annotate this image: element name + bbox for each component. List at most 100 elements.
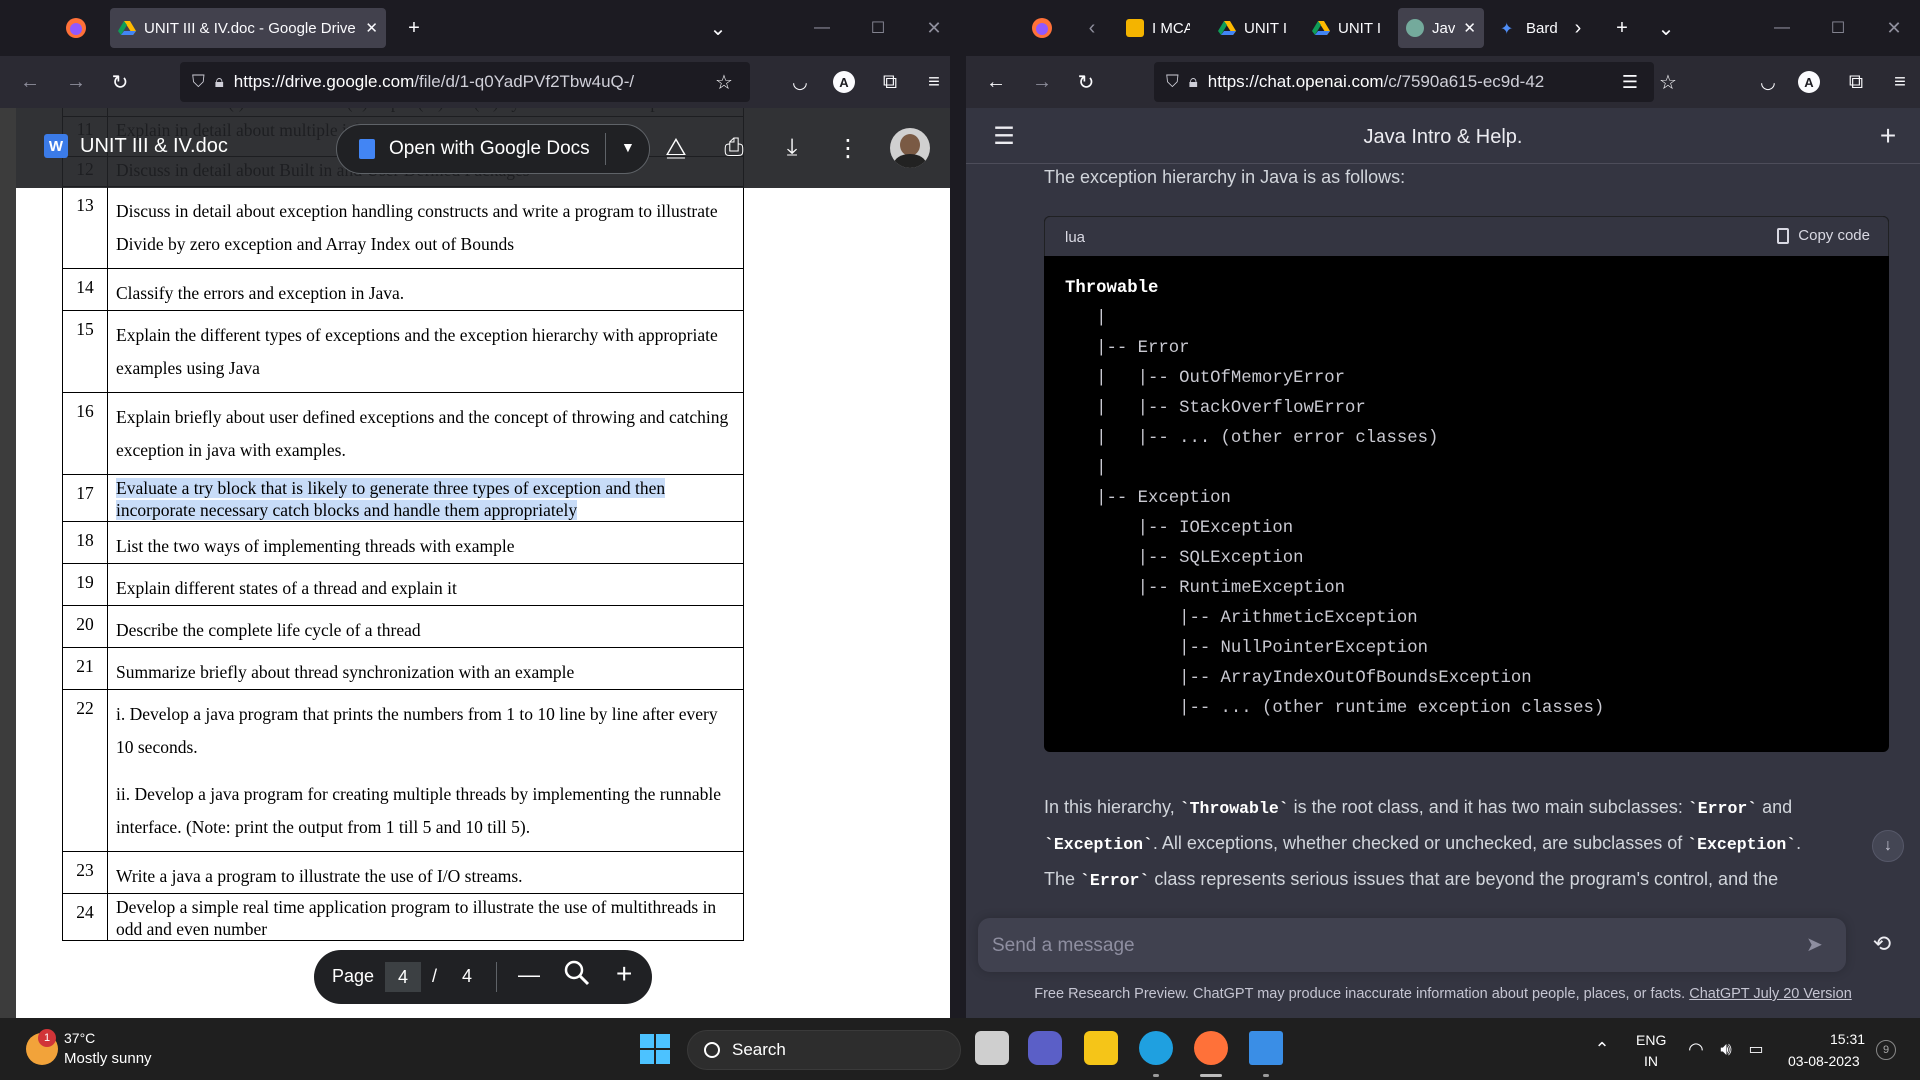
question-number: 15 — [62, 310, 108, 393]
reader-view-icon[interactable]: ☰ — [1614, 66, 1646, 98]
minimize-icon[interactable]: — — [806, 12, 838, 44]
download-icon[interactable]: ⤓ — [776, 132, 808, 164]
reload-icon[interactable]: ↻ — [1070, 66, 1102, 98]
app-menu-icon[interactable]: ≡ — [1884, 66, 1916, 98]
bookmark-star-icon[interactable]: ☆ — [708, 66, 740, 98]
send-icon[interactable]: ➤ — [1806, 932, 1830, 956]
back-icon[interactable]: ← — [980, 66, 1012, 98]
clock-date[interactable]: 03-08-2023 — [1788, 1053, 1860, 1069]
maximize-icon[interactable]: ☐ — [862, 12, 894, 44]
firefox-menu-icon[interactable] — [60, 12, 92, 44]
weather-description[interactable]: Mostly sunny — [64, 1050, 152, 1067]
tab-mca[interactable]: I MCA — [1118, 8, 1198, 48]
pocket-icon[interactable]: ◡ — [784, 66, 816, 98]
copy-code-label: Copy code — [1798, 227, 1870, 244]
notepad-icon[interactable] — [1249, 1031, 1283, 1065]
zoom-icon[interactable] — [564, 960, 590, 991]
url-bar[interactable]: ⛉ 🔒︎ https://drive. google.com/file/d/1-q… — [180, 62, 750, 102]
firefox-icon[interactable] — [1194, 1031, 1228, 1065]
message-input-placeholder: Send a message — [992, 935, 1135, 956]
bookmark-star-icon[interactable]: ☆ — [1652, 66, 1684, 98]
print-icon[interactable]: ⎙ — [718, 132, 750, 164]
back-icon[interactable]: ← — [14, 66, 46, 98]
firefox-menu-icon[interactable] — [1026, 12, 1058, 44]
question-text-line: Explain different states of a thread and… — [116, 578, 457, 598]
list-tabs-icon[interactable]: ⌄ — [1650, 12, 1682, 44]
open-with-label: Open with Google Docs — [389, 138, 590, 159]
start-menu-icon[interactable] — [640, 1034, 670, 1064]
table-row: 24 Develop a simple real time application… — [62, 893, 744, 941]
regenerate-icon[interactable]: ⟲ — [1866, 928, 1898, 960]
document-viewer[interactable]: 10Write a note on (i)Abstract class (ii)… — [0, 108, 950, 1018]
copy-code-button[interactable]: Copy code — [1777, 227, 1870, 244]
task-view-icon[interactable] — [975, 1031, 1009, 1065]
edge-icon[interactable] — [1139, 1031, 1173, 1065]
question-text-line: Explain briefly about user defined excep… — [116, 407, 729, 460]
scroll-tabs-right-icon[interactable]: › — [1562, 12, 1594, 44]
open-with-google-docs-button[interactable]: Open with Google Docs ▼ — [336, 124, 650, 174]
pocket-icon[interactable]: ◡ — [1752, 66, 1784, 98]
teams-chat-icon[interactable] — [1028, 1031, 1062, 1065]
chatgpt-icon — [1406, 19, 1424, 37]
zoom-in-icon[interactable]: + — [616, 958, 632, 990]
notification-count[interactable]: 9 — [1876, 1040, 1896, 1060]
list-tabs-icon[interactable]: ⌄ — [702, 12, 734, 44]
show-hidden-icons-icon[interactable]: ⌃ — [1586, 1033, 1618, 1065]
version-link[interactable]: ChatGPT July 20 Version — [1689, 986, 1852, 1002]
region-indicator[interactable]: IN — [1644, 1053, 1658, 1069]
question-text: List the two ways of implementing thread… — [107, 521, 744, 564]
scroll-to-bottom-button[interactable]: ↓ — [1872, 830, 1904, 862]
scroll-tabs-left-icon[interactable]: ‹ — [1076, 12, 1108, 44]
close-window-icon[interactable]: ✕ — [1878, 12, 1910, 44]
url-bar[interactable]: ⛉ 🔒︎ https://chat. openai.com/c/7590a615-… — [1154, 62, 1654, 102]
close-window-icon[interactable]: ✕ — [918, 12, 950, 44]
extensions-icon[interactable]: ⧉ — [874, 66, 906, 98]
message-input[interactable]: Send a message ➤ — [978, 918, 1846, 972]
dropdown-arrow-icon[interactable]: ▼ — [621, 139, 635, 155]
question-number: 24 — [62, 893, 108, 941]
tab-unit-2[interactable]: UNIT I — [1304, 8, 1390, 48]
new-chat-icon[interactable]: + — [1872, 120, 1904, 152]
code-content: Throwable | |-- Error | |-- OutOfMemoryE… — [1065, 274, 1604, 724]
taskbar-search[interactable]: Search — [687, 1030, 961, 1070]
forward-icon[interactable]: → — [1026, 66, 1058, 98]
footer-disclaimer: Free Research Preview. ChatGPT may produ… — [966, 986, 1920, 1002]
wifi-icon[interactable]: ◠ — [1680, 1033, 1712, 1065]
table-row: 23 Write a java a program to illustrate t… — [62, 851, 744, 894]
new-tab-icon[interactable]: + — [398, 12, 430, 44]
reload-icon[interactable]: ↻ — [104, 66, 136, 98]
app-menu-icon[interactable]: ≡ — [918, 66, 950, 98]
tab-bard[interactable]: ✦ Bard — [1492, 8, 1568, 48]
forward-icon[interactable]: → — [60, 66, 92, 98]
new-tab-icon[interactable]: + — [1606, 12, 1638, 44]
clock-time[interactable]: 15:31 — [1830, 1031, 1865, 1047]
battery-icon[interactable]: ▭ — [1740, 1033, 1772, 1065]
zoom-out-icon[interactable]: — — [518, 962, 540, 988]
page-number-input[interactable]: 4 — [385, 962, 421, 992]
volume-icon[interactable]: 🔊︎ — [1710, 1033, 1742, 1065]
text-span: and — [1757, 797, 1793, 817]
account-avatar-icon[interactable]: A — [1798, 71, 1820, 93]
user-avatar[interactable] — [890, 128, 930, 168]
account-avatar-icon[interactable]: A — [833, 71, 855, 93]
table-row: 19 Explain different states of a thread a… — [62, 563, 744, 606]
add-to-drive-icon[interactable]: ⧋ — [660, 132, 692, 164]
code-line: |-- ArithmeticException — [1065, 609, 1418, 628]
more-options-icon[interactable]: ⋮ — [832, 132, 864, 164]
tab-drive[interactable]: UNIT III & IV.doc - Google Drive ✕ — [110, 8, 386, 48]
minimize-icon[interactable]: — — [1766, 12, 1798, 44]
document-page: 10Write a note on (i)Abstract class (ii)… — [16, 108, 950, 1018]
language-indicator[interactable]: ENG — [1636, 1032, 1666, 1048]
selected-text[interactable]: Evaluate a try block that is likely to g… — [116, 478, 666, 520]
weather-temperature[interactable]: 37°C — [64, 1030, 95, 1046]
tab-unit-1[interactable]: UNIT I — [1210, 8, 1296, 48]
google-drive-icon — [1312, 21, 1330, 35]
file-explorer-icon[interactable] — [1084, 1031, 1118, 1065]
close-tab-icon[interactable]: ✕ — [365, 19, 378, 37]
extensions-icon[interactable]: ⧉ — [1840, 66, 1872, 98]
tab-label: UNIT III & IV.doc - Google Drive — [144, 19, 356, 37]
maximize-icon[interactable]: ☐ — [1822, 12, 1854, 44]
question-text: Evaluate a try block that is likely to g… — [107, 474, 744, 522]
tab-java-chatgpt[interactable]: Jav ✕ — [1398, 8, 1484, 48]
close-tab-icon[interactable]: ✕ — [1463, 19, 1476, 37]
